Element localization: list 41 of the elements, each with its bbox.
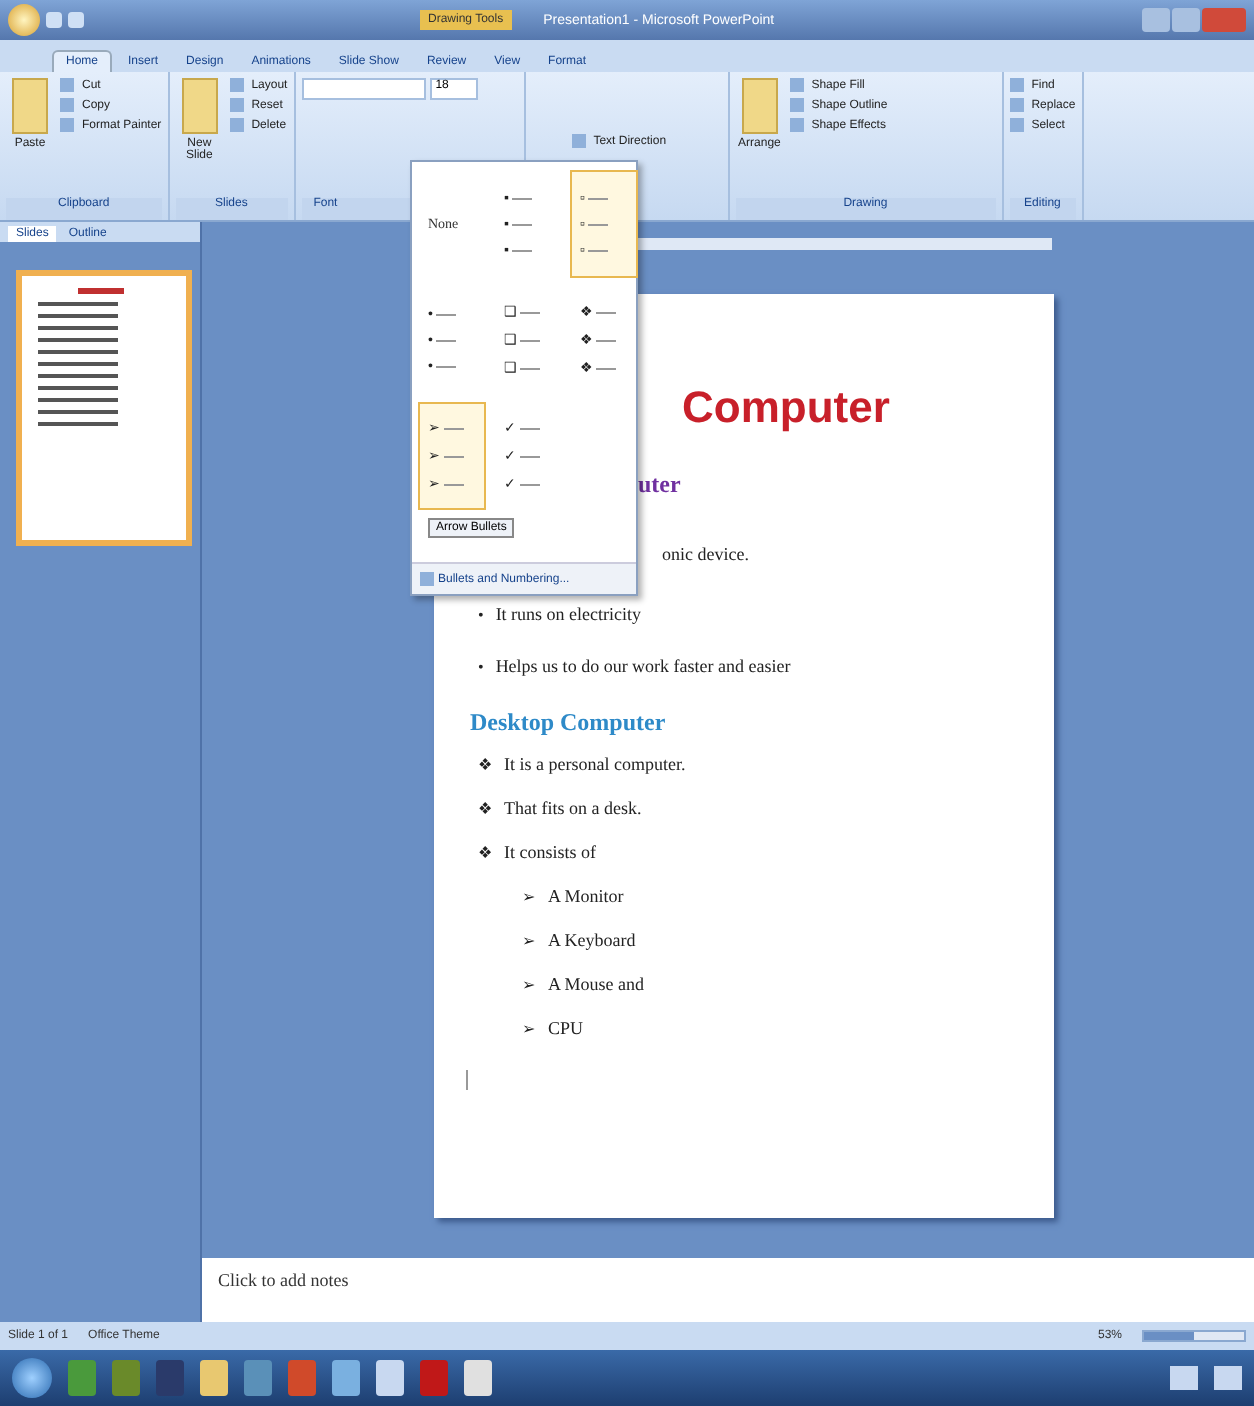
close-icon[interactable] xyxy=(1202,8,1246,32)
bullet-icon: ➢ xyxy=(522,975,536,993)
bullet-text: A Keyboard xyxy=(548,930,636,950)
taskbar-app-icon[interactable] xyxy=(68,1360,96,1396)
bullet-icon: ➢ xyxy=(522,887,536,905)
system-tray-icon[interactable] xyxy=(1170,1366,1198,1390)
bullet-icon: ➢ xyxy=(522,1019,536,1037)
bullet-text: A Mouse and xyxy=(548,974,644,994)
taskbar-app-icon[interactable] xyxy=(288,1360,316,1396)
start-button[interactable] xyxy=(12,1358,52,1398)
zoom-slider[interactable] xyxy=(1144,1332,1194,1340)
taskbar-app-icon[interactable] xyxy=(420,1360,448,1396)
bullet-icon: • xyxy=(478,657,484,675)
slide-thumbnail-drawing[interactable] xyxy=(16,270,192,546)
bullet-icon: ❖ xyxy=(478,799,492,817)
slide-title: Computer xyxy=(682,382,890,434)
slide-heading: uter xyxy=(638,470,681,500)
office-button[interactable] xyxy=(8,4,40,36)
text-cursor-icon xyxy=(466,1070,468,1090)
bullet-text: Helps us to do our work faster and easier xyxy=(495,656,791,676)
bullet-text: It consists of xyxy=(504,842,596,862)
slide-heading: Desktop Computer xyxy=(470,708,666,738)
bullet-text: onic device. xyxy=(662,544,749,564)
taskbar-app-icon[interactable] xyxy=(332,1360,360,1396)
notes-field[interactable]: Click to add notes xyxy=(202,1258,1254,1322)
bullet-text: It is a personal computer. xyxy=(504,754,686,774)
bullet-icon: • xyxy=(478,605,484,623)
bullet-text: That fits on a desk. xyxy=(504,798,642,818)
taskbar-app-icon[interactable] xyxy=(376,1360,404,1396)
bullet-text: CPU xyxy=(548,1018,584,1038)
bullet-text: A Monitor xyxy=(548,886,624,906)
taskbar-app-icon[interactable] xyxy=(112,1360,140,1396)
taskbar-app-icon[interactable] xyxy=(464,1360,492,1396)
taskbar-app-icon[interactable] xyxy=(244,1360,272,1396)
taskbar-app-icon[interactable] xyxy=(156,1360,184,1396)
bullet-icon: ❖ xyxy=(478,755,492,773)
bullet-icon: ➢ xyxy=(522,931,536,949)
font-name-field[interactable] xyxy=(301,78,426,100)
taskbar-app-icon[interactable] xyxy=(200,1360,228,1396)
bullet-text: It runs on electricity xyxy=(495,604,642,624)
bullet-icon: ❖ xyxy=(478,843,492,861)
